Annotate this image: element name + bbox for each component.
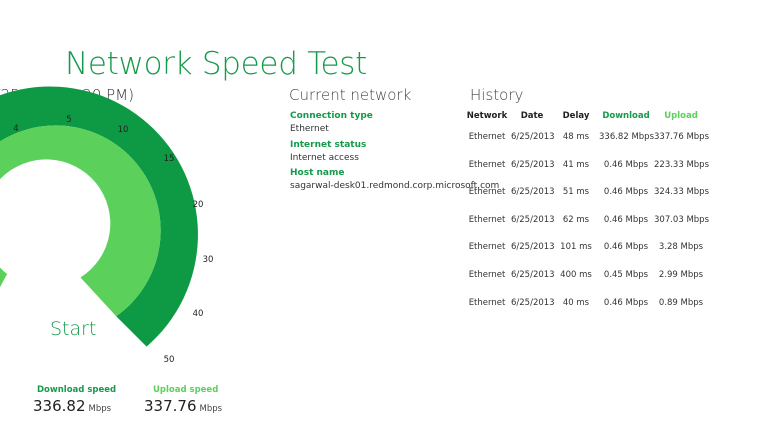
history-cell-upload: 0.89 Mbps — [658, 297, 704, 308]
history-cell-upload: 307.03 Mbps — [654, 214, 709, 225]
gauge-tick: 20 — [192, 200, 204, 210]
gauge-tick: 40 — [192, 309, 204, 319]
history-cell-date: 6/25/2013 — [511, 214, 555, 225]
history-cell-date: 6/25/2013 — [511, 187, 555, 198]
speed-gauge — [0, 86, 198, 347]
history-cell-network: Ethernet — [468, 187, 506, 198]
start-button[interactable]: Start — [50, 318, 96, 340]
history-cell-delay: 48 ms — [562, 132, 590, 142]
current-network-heading: Current network — [289, 86, 412, 104]
history-cell-download: 0.46 Mbps — [603, 159, 649, 170]
column-header-download: Download — [602, 111, 650, 121]
history-cell-download: 0.45 Mbps — [603, 270, 649, 280]
history-cell-upload: 324.33 Mbps — [654, 187, 709, 198]
connection-type-value: Ethernet — [290, 124, 329, 134]
history-cell-date: 6/25/2013 — [511, 297, 555, 308]
history-cell-download: 0.46 Mbps — [603, 214, 649, 225]
download-speed-unit: Mbps — [88, 404, 112, 414]
gauge-tick: 50 — [163, 355, 175, 365]
history-cell-upload: 337.76 Mbps — [654, 132, 709, 142]
column-header-network: Network — [466, 111, 508, 121]
history-heading: History — [470, 86, 524, 104]
upload-speed-unit: Mbps — [199, 404, 223, 414]
upload-speed-value: 337.76 — [144, 397, 197, 415]
download-speed-readout: 336.82 Mbps — [33, 396, 111, 415]
internet-status-value: Internet access — [290, 153, 359, 163]
host-name-label: Host name — [290, 168, 345, 178]
gauge-tick: 10 — [117, 125, 129, 135]
connection-type-label: Connection type — [290, 111, 373, 121]
history-cell-delay: 400 ms — [560, 270, 592, 280]
history-cell-delay: 51 ms — [562, 187, 590, 198]
history-cell-delay: 62 ms — [562, 214, 590, 225]
history-cell-network: Ethernet — [468, 270, 506, 280]
history-cell-network: Ethernet — [468, 214, 506, 225]
history-cell-download: 0.46 Mbps — [603, 297, 649, 308]
column-header-delay: Delay — [562, 111, 590, 121]
history-cell-delay: 41 ms — [562, 159, 590, 170]
gauge-outer-arc — [0, 86, 198, 347]
upload-speed-label: Upload speed — [153, 385, 219, 395]
history-cell-upload: 223.33 Mbps — [654, 159, 709, 170]
history-cell-download: 0.46 Mbps — [603, 242, 649, 253]
history-cell-date: 6/25/2013 — [511, 242, 555, 253]
history-cell-date: 6/25/2013 — [511, 159, 555, 170]
gauge-tick: 5 — [66, 115, 72, 125]
history-cell-delay: 101 ms — [560, 242, 592, 253]
history-cell-network: Ethernet — [468, 242, 506, 253]
history-cell-download: 0.46 Mbps — [603, 187, 649, 198]
history-cell-upload: 2.99 Mbps — [658, 270, 704, 280]
history-cell-date: 6/25/2013 — [511, 132, 555, 142]
download-speed-value: 336.82 — [33, 397, 86, 415]
column-header-date: Date — [520, 111, 544, 121]
internet-status-label: Internet status — [290, 140, 367, 150]
history-cell-upload: 3.28 Mbps — [658, 242, 704, 253]
upload-speed-readout: 337.76 Mbps — [144, 396, 222, 415]
history-cell-network: Ethernet — [468, 159, 506, 170]
history-cell-network: Ethernet — [468, 297, 506, 308]
download-speed-label: Download speed — [37, 385, 117, 395]
gauge-tick: 30 — [202, 255, 214, 265]
column-header-upload: Upload — [664, 111, 698, 121]
history-cell-delay: 40 ms — [562, 297, 590, 308]
gauge-tick: 15 — [163, 154, 175, 164]
history-cell-download: 336.82 Mbps — [599, 132, 654, 142]
history-cell-network: Ethernet — [468, 132, 506, 142]
history-cell-date: 6/25/2013 — [511, 270, 555, 280]
gauge-tick: 4 — [13, 124, 19, 134]
